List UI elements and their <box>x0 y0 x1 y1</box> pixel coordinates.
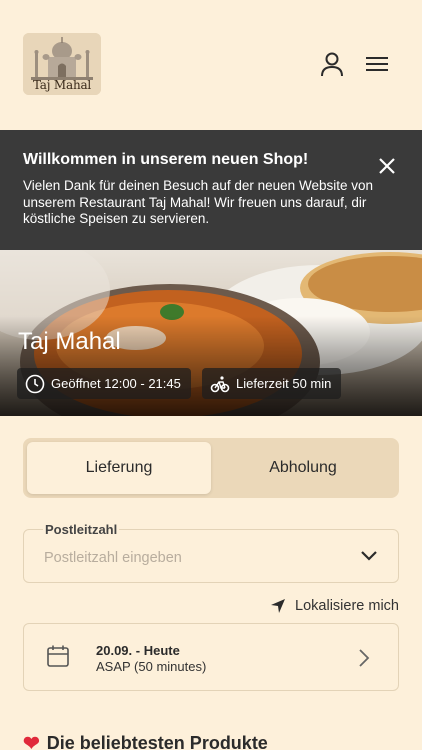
heart-icon: ❤ <box>23 733 40 750</box>
restaurant-logo[interactable]: Taj Mahal <box>23 33 101 95</box>
postcode-field[interactable]: Postleitzahl <box>23 522 399 583</box>
clock-icon <box>25 374 45 393</box>
locate-me-label: Lokalisiere mich <box>295 598 399 614</box>
schedule-time: ASAP (50 minutes) <box>96 659 207 674</box>
close-icon[interactable] <box>378 157 396 175</box>
delivery-time-text: Lieferzeit 50 min <box>236 376 332 391</box>
user-icon[interactable] <box>318 50 346 78</box>
delivery-mode-toggle: Lieferung Abholung <box>23 438 399 498</box>
banner-title: Willkommen in unserem neuen Shop! <box>23 151 309 168</box>
postcode-input[interactable] <box>44 550 344 566</box>
chevron-right-icon <box>359 649 370 667</box>
hero-image: Taj Mahal Geöffnet 12:00 - 21:45 Lieferz… <box>0 250 422 416</box>
schedule-date: 20.09. - Heute <box>96 643 180 658</box>
banner-text: Vielen Dank für deinen Besuch auf der ne… <box>23 178 373 226</box>
hamburger-menu-icon[interactable] <box>364 52 390 76</box>
logo-text: Taj Mahal <box>32 78 92 92</box>
calendar-icon <box>47 645 69 667</box>
locate-me-button[interactable]: Lokalisiere mich <box>270 598 399 614</box>
header: Taj Mahal <box>0 0 422 130</box>
toggle-delivery[interactable]: Lieferung <box>27 442 211 494</box>
location-arrow-icon <box>271 599 286 613</box>
postcode-label: Postleitzahl <box>43 522 120 537</box>
toggle-pickup[interactable]: Abholung <box>211 442 395 494</box>
opening-hours-badge: Geöffnet 12:00 - 21:45 <box>17 368 191 399</box>
delivery-time-badge: Lieferzeit 50 min <box>202 368 342 399</box>
welcome-banner: Willkommen in unserem neuen Shop! Vielen… <box>0 130 422 250</box>
popular-products-title: Die beliebtesten Produkte <box>46 733 268 750</box>
chevron-down-icon[interactable] <box>360 550 378 562</box>
popular-products-heading: ❤ Die beliebtesten Produkte <box>23 731 268 750</box>
opening-hours-text: Geöffnet 12:00 - 21:45 <box>51 376 181 391</box>
restaurant-name: Taj Mahal <box>18 328 121 355</box>
bicycle-icon <box>210 375 230 392</box>
delivery-schedule-card[interactable]: 20.09. - Heute ASAP (50 minutes) <box>23 623 399 691</box>
